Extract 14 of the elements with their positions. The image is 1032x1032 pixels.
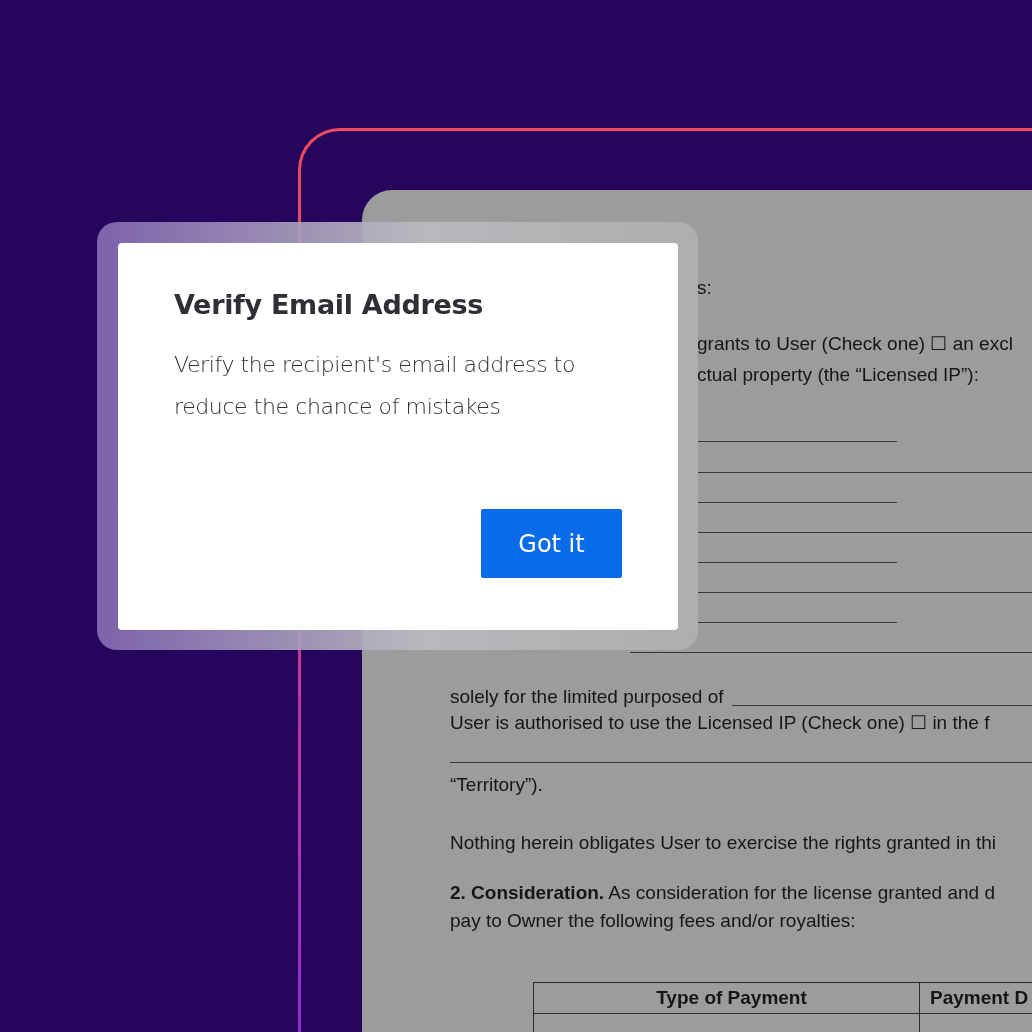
document-text: s: bbox=[697, 277, 712, 299]
document-text: 2. Consideration. As consideration for the license granted and d bbox=[450, 882, 995, 904]
document-text: pay to Owner the following fees and/or royalties: bbox=[450, 910, 856, 932]
document-text: Nothing herein obligates User to exercise the rights granted in thi bbox=[450, 832, 997, 854]
document-text: User is authorised to use the Licensed IP (Check one) ☐ in the f bbox=[450, 712, 990, 734]
got-it-button[interactable]: Got it bbox=[481, 509, 622, 578]
dialog-message: Verify the recipient's email address to reduce the chance of mistakes bbox=[174, 351, 577, 421]
dialog-title: Verify Email Address bbox=[174, 289, 485, 320]
document-text: “Territory”). bbox=[450, 774, 543, 796]
document-text: grants to User (Check one) ☐ an excl bbox=[697, 333, 1013, 355]
document-text: solely for the limited purposed of bbox=[450, 686, 724, 708]
document-text: ctual property (the “Licensed IP”): bbox=[697, 364, 979, 386]
column-header: Type of Payment bbox=[534, 983, 920, 1014]
column-header: Payment D bbox=[920, 983, 1032, 1014]
